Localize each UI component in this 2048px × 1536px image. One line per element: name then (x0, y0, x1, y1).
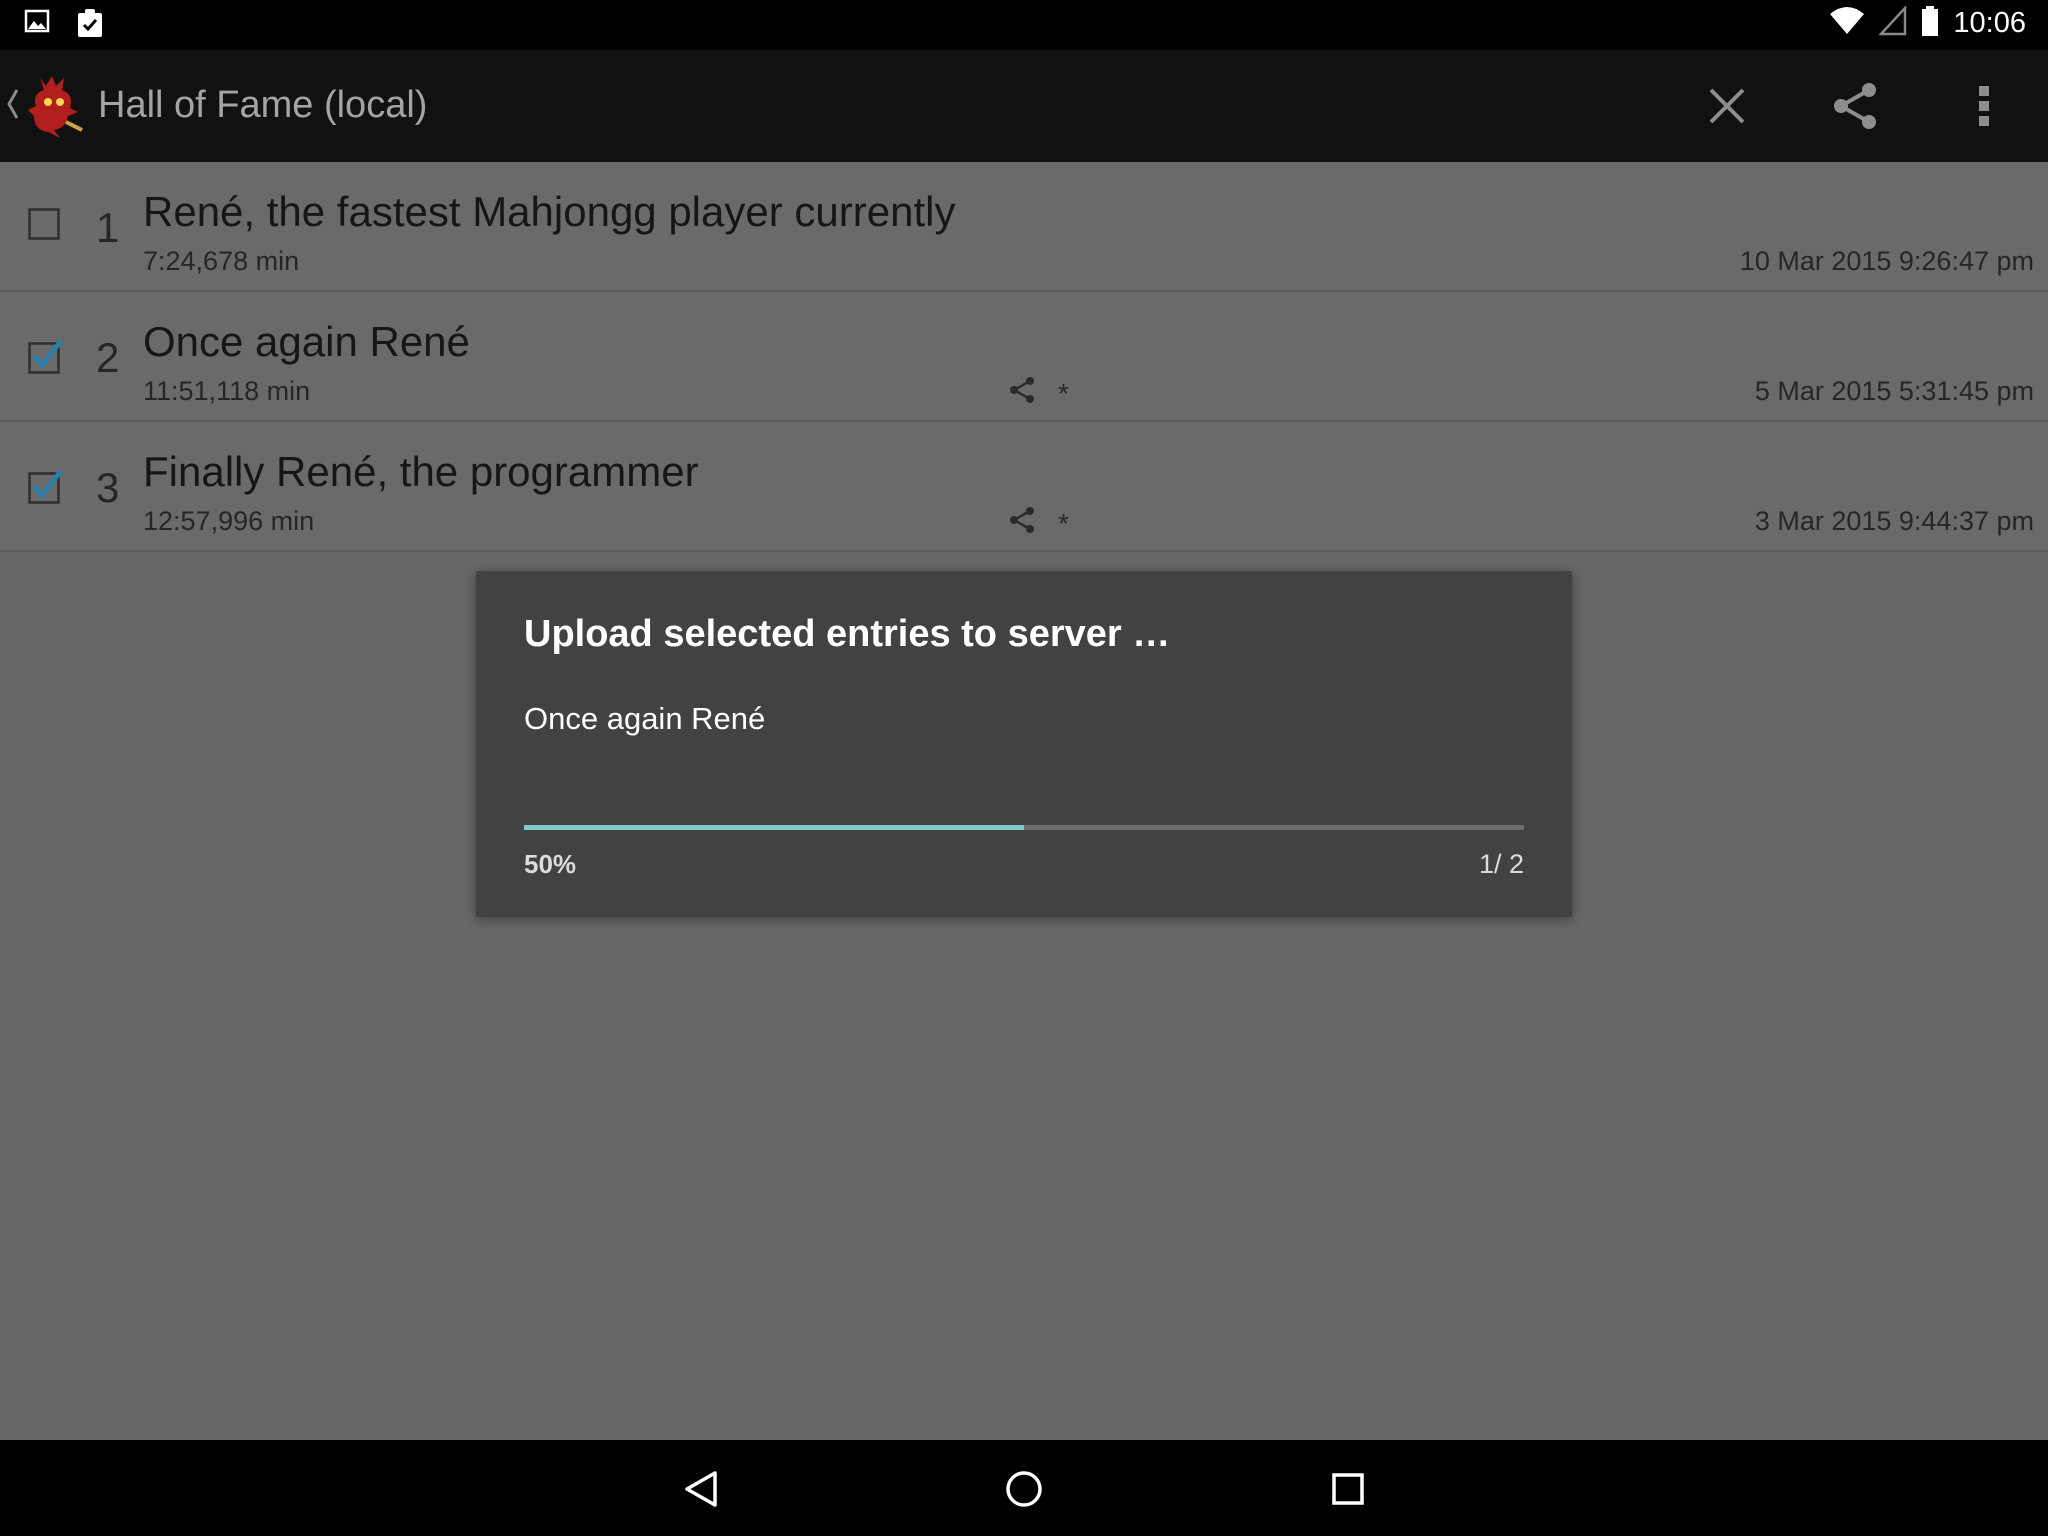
hall-of-fame-list: 1 René, the fastest Mahjongg player curr… (0, 162, 2048, 552)
entry-name: René, the fastest Mahjongg player curren… (143, 188, 956, 235)
entry-name: Once again René (143, 318, 470, 365)
up-chevron-icon[interactable] (6, 86, 20, 127)
back-icon[interactable] (676, 1464, 726, 1514)
share-icon (1008, 376, 1036, 411)
dialog-message: Once again René (524, 701, 766, 736)
entry-name: Finally René, the programmer (143, 448, 699, 495)
entry-rank: 1 (96, 204, 120, 251)
entry-time: 7:24,678 min (143, 246, 300, 276)
action-bar: Hall of Fame (local) (0, 50, 2048, 162)
signal-icon (1878, 4, 1907, 41)
entry-date: 3 Mar 2015 9:44:37 pm (1754, 506, 2034, 536)
image-icon (24, 8, 50, 43)
entry-checkbox[interactable] (28, 208, 60, 240)
upload-progress-dialog: Upload selected entries to server … Once… (476, 571, 1572, 917)
home-icon[interactable] (999, 1464, 1049, 1514)
clipboard-check-icon (76, 8, 104, 43)
shared-indicator: * (1008, 376, 1069, 411)
share-icon (1008, 506, 1036, 541)
battery-icon (1921, 6, 1939, 41)
entry-date: 5 Mar 2015 5:31:45 pm (1754, 376, 2034, 406)
progress-percent: 50% (524, 849, 577, 879)
progress-count: 1/ 2 (1478, 849, 1524, 879)
progress-bar (524, 825, 1524, 830)
overflow-menu-icon[interactable] (1956, 78, 2012, 134)
shared-indicator: * (1008, 506, 1069, 541)
clock: 10:06 (1953, 7, 2026, 39)
dialog-title: Upload selected entries to server … (524, 613, 1171, 655)
entry-time: 11:51,118 min (143, 376, 311, 406)
screen: 10:06 Hall of Fame (local) 1 René, the f… (0, 0, 2048, 1536)
entry-rank: 3 (96, 464, 120, 511)
entry-checkbox[interactable] (28, 468, 63, 504)
list-item[interactable]: 3 Finally René, the programmer 12:57,996… (0, 422, 2048, 552)
entry-date: 10 Mar 2015 9:26:47 pm (1739, 246, 2034, 276)
recents-icon[interactable] (1323, 1464, 1373, 1514)
modified-marker: * (1058, 377, 1069, 409)
entry-checkbox[interactable] (28, 338, 63, 374)
progress-bar-fill (524, 825, 1024, 830)
list-item[interactable]: 2 Once again René 11:51,118 min * 5 Mar … (0, 292, 2048, 422)
close-icon[interactable] (1699, 78, 1755, 134)
list-item[interactable]: 1 René, the fastest Mahjongg player curr… (0, 162, 2048, 292)
navigation-bar (0, 1440, 2048, 1536)
screen-title: Hall of Fame (local) (98, 84, 428, 126)
status-bar: 10:06 (0, 0, 2048, 50)
app-logo-dragon-icon[interactable] (26, 70, 86, 147)
entry-time: 12:57,996 min (143, 506, 315, 536)
wifi-icon (1829, 6, 1865, 41)
entry-rank: 2 (96, 334, 120, 381)
modified-marker: * (1058, 507, 1069, 539)
share-icon[interactable] (1827, 78, 1883, 134)
